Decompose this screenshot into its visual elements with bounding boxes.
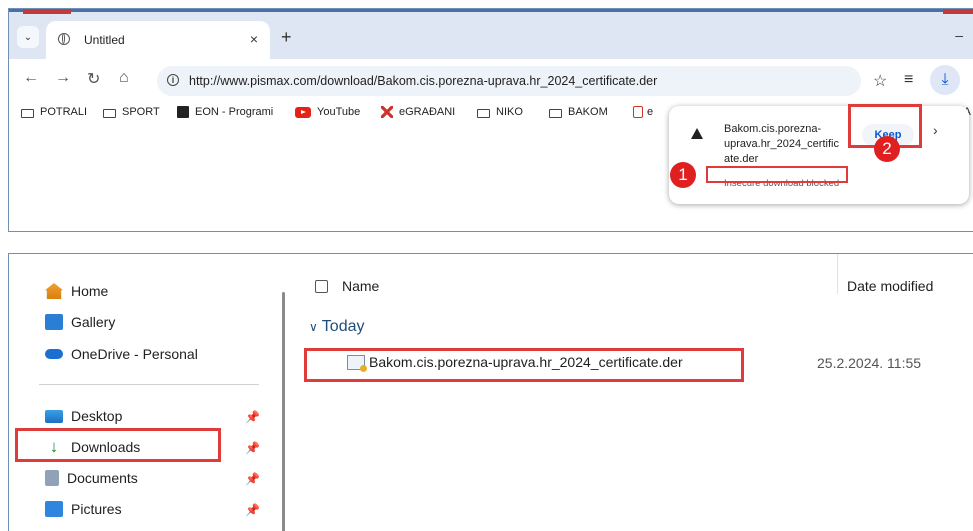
window-frame-accent-right xyxy=(943,9,973,14)
warning-icon xyxy=(691,128,703,139)
bookmark-e[interactable]: e xyxy=(633,106,653,118)
home-icon xyxy=(45,283,63,299)
nav-item-home[interactable]: Home xyxy=(45,283,108,299)
nav-item-label: Home xyxy=(71,283,109,299)
chevron-right-icon[interactable]: › xyxy=(933,122,938,138)
column-header-date-modified[interactable]: Date modified xyxy=(847,278,933,294)
filename-line: uprava.hr_2024_certific xyxy=(724,138,839,150)
downloads-highlight-box xyxy=(15,428,221,462)
gallery-icon xyxy=(45,314,63,330)
youtube-icon xyxy=(295,106,311,118)
file-highlight-box xyxy=(304,348,744,382)
pin-icon[interactable]: 📌 xyxy=(245,441,260,455)
nav-item-label: Desktop xyxy=(71,408,123,424)
folder-icon xyxy=(21,108,34,118)
pin-icon[interactable]: 📌 xyxy=(245,472,260,486)
bookmark-potrali[interactable]: POTRALI xyxy=(21,106,87,118)
address-bar[interactable]: i http://www.pismax.com/download/Bakom.c… xyxy=(157,66,861,96)
download-icon: ⤓ xyxy=(941,71,949,88)
tab-list-button[interactable]: ⌄ xyxy=(17,26,39,48)
folder-icon xyxy=(549,108,562,118)
bookmark-label: e xyxy=(647,106,654,118)
onedrive-icon xyxy=(45,349,63,359)
browser-toolbar: ← → ↻ ⌂ i http://www.pismax.com/download… xyxy=(9,59,973,101)
desktop-icon xyxy=(45,409,63,423)
downloads-button[interactable]: ⤓ xyxy=(930,65,960,95)
tab-title: Untitled xyxy=(84,33,125,47)
eon-icon xyxy=(177,106,189,118)
group-label: Today xyxy=(321,318,365,335)
bookmark-label: YouTube xyxy=(317,106,361,118)
browser-window: ⌄ Untitled × + – ← → ↻ ⌂ i http://www.pi… xyxy=(8,8,973,232)
bookmark-sport[interactable]: SPORT xyxy=(103,106,160,118)
bookmark-label: eGRAĐANI xyxy=(399,106,456,118)
nav-scrollbar[interactable] xyxy=(282,292,285,531)
nav-item-documents[interactable]: Documents xyxy=(45,470,138,486)
filename-line: Bakom.cis.porezna- xyxy=(724,123,822,135)
nav-item-label: Documents xyxy=(67,470,138,486)
file-explorer-window: Home Gallery OneDrive - Personal Desktop… xyxy=(8,253,973,531)
file-date-modified: 25.2.2024. 11:55 xyxy=(817,355,922,371)
nav-item-onedrive[interactable]: OneDrive - Personal xyxy=(45,346,198,362)
pin-icon[interactable]: 📌 xyxy=(245,410,260,424)
url-text: http://www.pismax.com/download/Bakom.cis… xyxy=(189,74,658,88)
pictures-icon xyxy=(45,501,63,517)
folder-icon xyxy=(477,108,490,118)
bookmark-label: EON - Programi xyxy=(195,106,274,118)
bookmark-label: SPORT xyxy=(122,106,160,118)
nav-item-label: Pictures xyxy=(71,501,122,517)
home-button[interactable]: ⌂ xyxy=(119,69,129,87)
nav-item-desktop[interactable]: Desktop xyxy=(45,408,122,424)
nav-separator xyxy=(39,384,259,385)
nav-item-label: OneDrive - Personal xyxy=(71,346,198,362)
site-info-icon[interactable]: i xyxy=(167,74,179,86)
download-filename: Bakom.cis.porezna- uprava.hr_2024_certif… xyxy=(724,122,839,167)
forward-button[interactable]: → xyxy=(55,69,71,87)
folder-icon xyxy=(103,108,116,118)
window-frame-accent xyxy=(23,9,71,14)
bookmark-egradani[interactable]: eGRAĐANI xyxy=(381,106,455,118)
back-button[interactable]: ← xyxy=(23,69,39,87)
bookmark-icon xyxy=(633,106,643,118)
bookmark-bakom[interactable]: BAKOM xyxy=(549,106,608,118)
tab-close-button[interactable]: × xyxy=(250,31,258,47)
filename-line: ate.der xyxy=(724,153,759,165)
bookmark-label: POTRALI xyxy=(40,106,88,118)
bookmark-eon[interactable]: EON - Programi xyxy=(177,106,273,118)
bookmark-label: BAKOM xyxy=(568,106,608,118)
reload-button[interactable]: ↻ xyxy=(87,69,100,89)
group-header-today[interactable]: ∨ Today xyxy=(309,318,365,336)
step-badge-2: 2 xyxy=(874,136,900,162)
tab-untitled[interactable]: Untitled × xyxy=(46,21,270,59)
download-bubble: Bakom.cis.porezna- uprava.hr_2024_certif… xyxy=(669,106,969,204)
documents-icon xyxy=(45,470,59,486)
egradani-icon xyxy=(381,106,393,118)
reading-list-icon[interactable]: ≡ xyxy=(904,71,913,89)
pin-icon[interactable]: 📌 xyxy=(245,503,260,517)
nav-item-pictures[interactable]: Pictures xyxy=(45,501,122,517)
bookmark-niko[interactable]: NIKO xyxy=(477,106,523,118)
globe-icon xyxy=(58,33,70,45)
bookmark-star-icon[interactable]: ☆ xyxy=(873,71,887,91)
column-divider[interactable] xyxy=(837,254,838,294)
minimize-button[interactable]: – xyxy=(955,27,963,43)
bookmark-label: NIKO xyxy=(496,106,523,118)
nav-item-gallery[interactable]: Gallery xyxy=(45,314,115,330)
status-highlight-box xyxy=(706,166,848,183)
select-all-checkbox[interactable] xyxy=(315,280,328,293)
bookmark-youtube[interactable]: YouTube xyxy=(295,106,360,118)
chevron-down-icon: ⌄ xyxy=(23,31,33,43)
chevron-down-icon: ∨ xyxy=(309,320,318,334)
step-badge-1: 1 xyxy=(670,162,696,188)
new-tab-button[interactable]: + xyxy=(281,27,292,48)
column-header-name[interactable]: Name xyxy=(342,278,379,294)
tab-strip: ⌄ Untitled × + – xyxy=(9,9,973,59)
nav-item-label: Gallery xyxy=(71,314,116,330)
window-frame-edge xyxy=(9,9,973,12)
